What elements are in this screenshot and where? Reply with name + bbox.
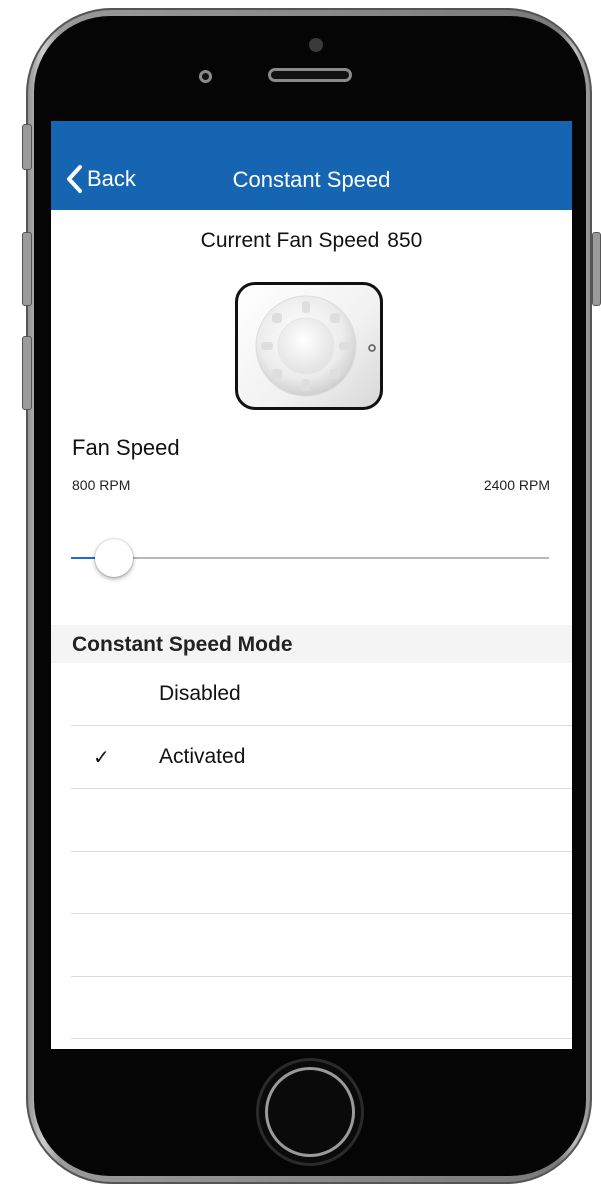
- option-activated[interactable]: ✓ Activated: [51, 726, 572, 788]
- option-label: Disabled: [159, 682, 241, 705]
- earpiece-speaker: [268, 68, 352, 82]
- option-label: Activated: [159, 745, 246, 768]
- page-title: Constant Speed: [232, 167, 391, 192]
- divider: [71, 788, 572, 789]
- volume-down-button: [22, 336, 32, 410]
- divider: [71, 976, 572, 977]
- current-fan-speed: Current Fan Speed 850: [51, 229, 572, 253]
- front-camera: [309, 38, 323, 52]
- max-rpm-label: 2400 RPM: [483, 477, 550, 493]
- home-button[interactable]: [256, 1058, 364, 1166]
- volume-up-button: [22, 232, 32, 306]
- fan-speed-slider-track[interactable]: [71, 557, 549, 559]
- checkmark-icon: ✓: [93, 747, 110, 769]
- divider: [71, 851, 572, 852]
- fan-icon: [235, 282, 383, 410]
- divider: [71, 913, 572, 914]
- power-button: [592, 232, 601, 306]
- current-speed-label: Current Fan Speed: [200, 229, 380, 252]
- option-disabled[interactable]: Disabled: [51, 663, 572, 725]
- current-speed-value: 850: [387, 229, 423, 252]
- fan-speed-label: Fan Speed: [72, 435, 180, 460]
- proximity-sensor: [199, 70, 212, 83]
- section-header: Constant Speed Mode: [51, 625, 572, 663]
- min-rpm-label: 800 RPM: [72, 477, 131, 493]
- mute-switch: [22, 124, 32, 170]
- divider: [71, 1038, 572, 1039]
- section-header-label: Constant Speed Mode: [72, 633, 293, 656]
- app-screen: Back Constant Speed Current Fan Speed 850: [51, 121, 572, 1049]
- navigation-bar: Back Constant Speed: [51, 121, 572, 210]
- fan-speed-slider-thumb[interactable]: [95, 539, 134, 577]
